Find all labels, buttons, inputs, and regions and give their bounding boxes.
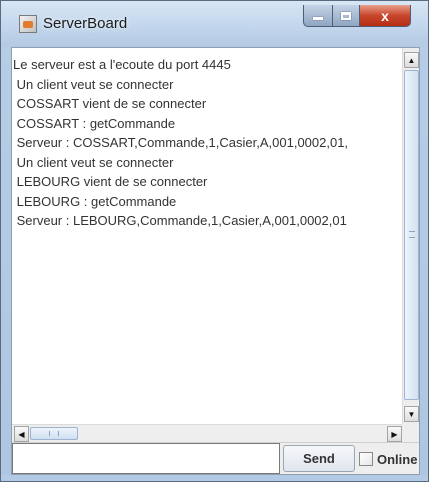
message-input[interactable] xyxy=(12,443,280,474)
online-toggle[interactable]: Online xyxy=(359,449,417,469)
horizontal-scrollbar[interactable]: ◀ ▶ xyxy=(12,424,402,442)
close-button[interactable]: x xyxy=(359,5,411,27)
online-label: Online xyxy=(377,451,418,467)
send-button[interactable]: Send xyxy=(283,445,355,472)
java-app-icon[interactable] xyxy=(19,15,37,33)
minimize-icon xyxy=(313,17,323,20)
server-board-window: ServerBoard x Le serveur est a l'ecoute … xyxy=(0,0,429,482)
console-output[interactable]: Le serveur est a l'ecoute du port 4445 U… xyxy=(12,48,402,424)
arrow-right-icon: ▶ xyxy=(391,429,398,439)
grip-icon xyxy=(49,431,59,436)
console-line: LEBOURG : getCommande xyxy=(13,193,177,209)
console-line: Serveur : COSSART,Commande,1,Casier,A,00… xyxy=(13,135,349,150)
close-icon: x xyxy=(381,7,389,24)
minimize-button[interactable] xyxy=(303,5,333,27)
arrow-up-icon: ▲ xyxy=(407,55,416,65)
console-line: COSSART vient de se connecter xyxy=(13,96,207,111)
window-title: ServerBoard xyxy=(43,15,128,32)
console-line: Un client veut se connecter xyxy=(13,76,174,92)
title-bar[interactable]: ServerBoard x xyxy=(1,1,428,47)
scroll-left-button[interactable]: ◀ xyxy=(14,426,29,442)
console-line: Serveur : LEBOURG,Commande,1,Casier,A,00… xyxy=(13,213,347,228)
console-line: Le serveur est a l'ecoute du port 4445 xyxy=(13,57,231,72)
grip-icon xyxy=(409,231,415,238)
console-line: COSSART : getCommande xyxy=(13,115,176,131)
console-line: LEBOURG vient de se connecter xyxy=(13,174,208,189)
scroll-right-button[interactable]: ▶ xyxy=(387,426,402,442)
scrollbar-corner xyxy=(402,424,419,442)
content-pane: Le serveur est a l'ecoute du port 4445 U… xyxy=(11,47,420,475)
online-checkbox[interactable] xyxy=(359,452,373,466)
arrow-down-icon: ▼ xyxy=(407,409,416,419)
message-bar: Send Online xyxy=(12,442,419,474)
vertical-scroll-thumb[interactable] xyxy=(404,70,419,400)
console-line: Un client veut se connecter xyxy=(13,154,174,170)
window-frame-bottom xyxy=(1,475,428,481)
maximize-icon xyxy=(341,11,351,20)
arrow-left-icon: ◀ xyxy=(18,429,25,439)
vertical-scrollbar[interactable]: ▲ ▼ xyxy=(402,48,419,424)
scroll-up-button[interactable]: ▲ xyxy=(404,52,419,68)
horizontal-scroll-thumb[interactable] xyxy=(30,427,78,440)
maximize-button[interactable] xyxy=(332,5,360,27)
scroll-down-button[interactable]: ▼ xyxy=(404,406,419,422)
